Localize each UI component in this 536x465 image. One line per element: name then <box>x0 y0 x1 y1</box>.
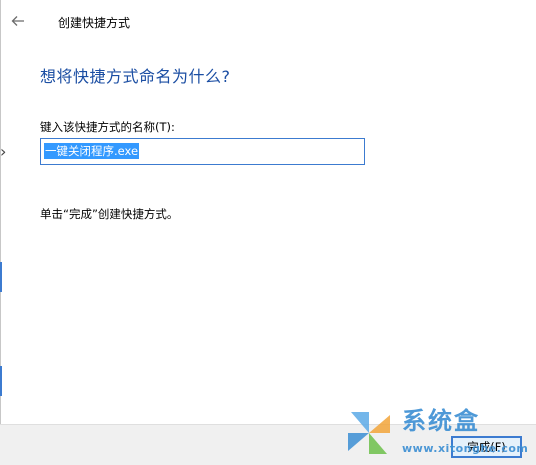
window-title: 创建快捷方式 <box>58 16 131 30</box>
page-heading: 想将快捷方式命名为什么? <box>40 67 231 86</box>
shortcut-name-label: 键入该快捷方式的名称(T): <box>40 120 175 134</box>
back-arrow-icon <box>11 16 24 26</box>
background-window-edge <box>0 366 2 396</box>
background-window-edge <box>0 262 2 292</box>
instruction-text: 单击“完成”创建快捷方式。 <box>40 207 179 221</box>
wizard-footer: 完成(F) <box>0 424 536 465</box>
mouse-cursor-icon: › <box>0 142 7 161</box>
shortcut-name-input[interactable]: 一键关闭程序.exe <box>40 138 365 165</box>
back-button[interactable] <box>6 9 30 33</box>
shortcut-name-value: 一键关闭程序.exe <box>44 143 140 159</box>
finish-button[interactable]: 完成(F) <box>451 436 522 458</box>
wizard-header: 创建快捷方式 <box>0 0 536 44</box>
